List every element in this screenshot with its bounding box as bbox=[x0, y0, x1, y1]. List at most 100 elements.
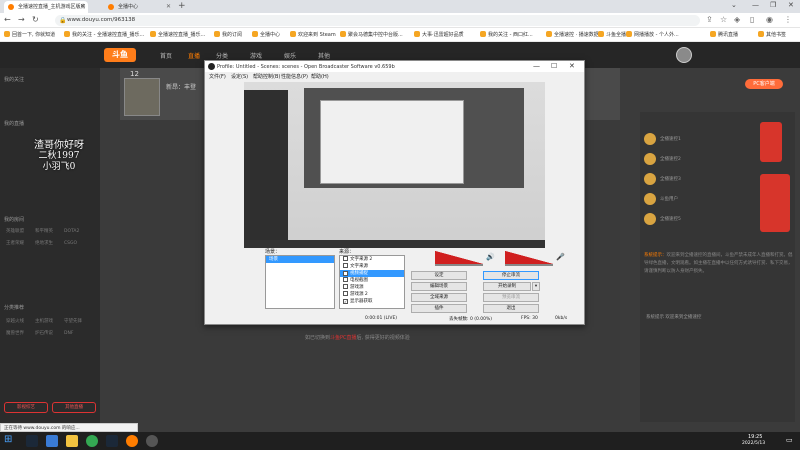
category-item[interactable]: DNF bbox=[64, 331, 93, 336]
bookmark-item[interactable]: 回首一下, 你就知道 bbox=[4, 31, 55, 38]
douyu-icon[interactable] bbox=[126, 435, 138, 447]
settings-button[interactable]: 设定 bbox=[411, 271, 467, 280]
app-icon[interactable] bbox=[46, 435, 58, 447]
category-item[interactable]: 绝地求生 bbox=[35, 240, 64, 246]
sidepanel-icon[interactable]: ▯ bbox=[750, 15, 754, 24]
browser-tab-douyu-room[interactable]: 全播速控直播_主机游戏区版房 ✕ bbox=[4, 1, 88, 13]
extension-icon[interactable]: ◈ bbox=[734, 15, 740, 24]
sidebar-button[interactable]: 影视综艺 bbox=[4, 402, 48, 413]
source-item[interactable]: ✓ 视频捕捉 bbox=[340, 270, 404, 277]
checkbox[interactable]: ✓ bbox=[343, 299, 348, 304]
forward-icon[interactable]: → bbox=[18, 15, 25, 24]
desktop-volume-meter[interactable]: 🔊 bbox=[435, 251, 495, 266]
bookmark-item[interactable]: 全播速控 · 播速数据 bbox=[546, 31, 599, 38]
rank-row[interactable]: 全播速控1 bbox=[644, 132, 774, 146]
minimize-button[interactable]: — bbox=[752, 1, 759, 9]
maximize-button[interactable]: ☐ bbox=[551, 62, 557, 70]
reload-icon[interactable]: ↻ bbox=[32, 15, 39, 24]
nav-item[interactable]: 娱乐 bbox=[284, 51, 296, 60]
category-item[interactable]: 和平精英 bbox=[35, 228, 64, 234]
menu-control[interactable]: 帮助控制(B) bbox=[253, 73, 280, 80]
edit-scene-button[interactable]: 编辑场景 bbox=[411, 282, 467, 291]
bookmark-item[interactable]: 全播中心 bbox=[252, 31, 280, 38]
menu-file[interactable]: 文件(F) bbox=[209, 73, 226, 80]
nav-item[interactable]: 其他 bbox=[318, 51, 330, 60]
volume-slider[interactable] bbox=[505, 264, 553, 266]
sidebar-section[interactable]: 分类推荐 bbox=[4, 304, 24, 311]
menu-settings[interactable]: 设定(S) bbox=[231, 73, 248, 80]
category-item[interactable]: 王者荣耀 bbox=[6, 240, 35, 246]
steam-icon[interactable] bbox=[106, 435, 118, 447]
category-item[interactable]: 守望先锋 bbox=[64, 318, 93, 324]
close-window-button[interactable]: ✕ bbox=[788, 1, 794, 9]
plugins-button[interactable]: 插件 bbox=[411, 304, 467, 313]
sources-list[interactable]: 文字来源 2 文字来源 ✓ 视频捕捉 电视截图 游戏源 游戏源 2 ✓ 显示器获取 bbox=[339, 255, 405, 309]
menu-icon[interactable]: ⋮ bbox=[784, 15, 792, 24]
streamer-avatar[interactable] bbox=[124, 78, 160, 116]
source-item[interactable]: 游戏源 2 bbox=[340, 291, 404, 298]
windows-start-icon[interactable]: ⊞ bbox=[4, 434, 16, 446]
douyu-logo[interactable]: 斗鱼 bbox=[104, 48, 136, 62]
bookmark-item[interactable]: 全播速控直播_播乐... bbox=[150, 31, 205, 38]
bookmark-item[interactable]: 欢迎来到 Steam bbox=[290, 31, 336, 38]
close-button[interactable]: ✕ bbox=[569, 62, 575, 70]
scene-item[interactable]: 场景 bbox=[266, 256, 334, 263]
mic-icon[interactable]: 🎤 bbox=[556, 253, 565, 261]
bookmark-item[interactable]: 腾讯直播 bbox=[710, 31, 738, 38]
sidebar-section[interactable]: 我的关注 bbox=[4, 76, 24, 83]
checkbox[interactable] bbox=[343, 291, 348, 296]
scenes-list[interactable]: 场景 bbox=[265, 255, 335, 309]
checkbox[interactable]: ✓ bbox=[343, 271, 348, 276]
category-item[interactable]: CSGO bbox=[64, 241, 93, 246]
stop-stream-button[interactable]: 停止串流 bbox=[483, 271, 539, 280]
nav-item[interactable]: 分类 bbox=[216, 51, 228, 60]
bookmark-item[interactable]: 其他书签 bbox=[758, 31, 786, 38]
tab-search-icon[interactable]: ⌄ bbox=[731, 1, 737, 9]
rank-row[interactable]: 全播速控2 bbox=[644, 152, 774, 166]
source-item[interactable]: 电视截图 bbox=[340, 277, 404, 284]
bookmark-item[interactable]: 我的关注 - 西口红... bbox=[480, 31, 533, 38]
category-item[interactable]: 炉石传说 bbox=[35, 330, 64, 336]
obs-preview[interactable] bbox=[244, 82, 545, 248]
back-icon[interactable]: ← bbox=[4, 15, 11, 24]
browser-tab-center[interactable]: 全播中心 ✕ bbox=[104, 1, 174, 13]
rank-row[interactable]: 全播速控5 bbox=[644, 212, 774, 226]
category-item[interactable]: 主机游戏 bbox=[35, 318, 64, 324]
speaker-icon[interactable]: 🔊 bbox=[486, 253, 495, 261]
share-icon[interactable]: ⇪ bbox=[706, 15, 713, 24]
source-item[interactable]: 游戏源 bbox=[340, 284, 404, 291]
profile-icon[interactable]: ◉ bbox=[766, 15, 773, 24]
global-sources-button[interactable]: 全域来源 bbox=[411, 293, 467, 302]
category-item[interactable]: 魔兽世界 bbox=[6, 330, 35, 336]
source-item[interactable]: 文字来源 2 bbox=[340, 256, 404, 263]
start-record-button[interactable]: 开始录制 bbox=[483, 282, 531, 291]
red-envelope-icon[interactable] bbox=[760, 174, 790, 232]
bookmark-item[interactable]: 斗鱼全播 bbox=[598, 31, 626, 38]
file-explorer-icon[interactable] bbox=[66, 435, 78, 447]
volume-slider[interactable] bbox=[435, 264, 483, 266]
maximize-button[interactable]: ❐ bbox=[770, 1, 776, 9]
pc-client-button[interactable]: PC客户端 bbox=[745, 79, 783, 89]
category-item[interactable]: DOTA2 bbox=[64, 229, 93, 234]
checkbox[interactable] bbox=[343, 256, 348, 261]
source-item[interactable]: ✓ 显示器获取 bbox=[340, 298, 404, 305]
sidebar-section[interactable]: 我的房间 bbox=[4, 216, 24, 223]
category-item[interactable]: 英雄联盟 bbox=[6, 228, 35, 234]
sidebar-button[interactable]: 其他直播 bbox=[52, 402, 96, 413]
menu-help[interactable]: 帮助(H) bbox=[311, 73, 329, 80]
caption-link[interactable]: 斗鱼PC直播 bbox=[330, 335, 357, 341]
menu-perf[interactable]: 性能信息(P) bbox=[281, 73, 308, 80]
sidebar-section[interactable]: 我的直播 bbox=[4, 120, 24, 127]
checkbox[interactable] bbox=[343, 284, 348, 289]
nav-item[interactable]: 首页 bbox=[160, 51, 172, 60]
notification-icon[interactable]: ▭ bbox=[786, 436, 793, 444]
red-envelope-icon[interactable] bbox=[760, 122, 782, 162]
exit-button[interactable]: 退出 bbox=[483, 304, 539, 313]
nav-item[interactable]: 直播 bbox=[188, 51, 200, 60]
minimize-button[interactable]: — bbox=[533, 62, 540, 70]
checkbox[interactable] bbox=[343, 263, 348, 268]
star-icon[interactable]: ☆ bbox=[720, 15, 727, 24]
bookmark-item[interactable]: 大事·迅雷超好品质 bbox=[414, 31, 464, 38]
steam-icon[interactable] bbox=[26, 435, 38, 447]
nav-item[interactable]: 游戏 bbox=[250, 51, 262, 60]
